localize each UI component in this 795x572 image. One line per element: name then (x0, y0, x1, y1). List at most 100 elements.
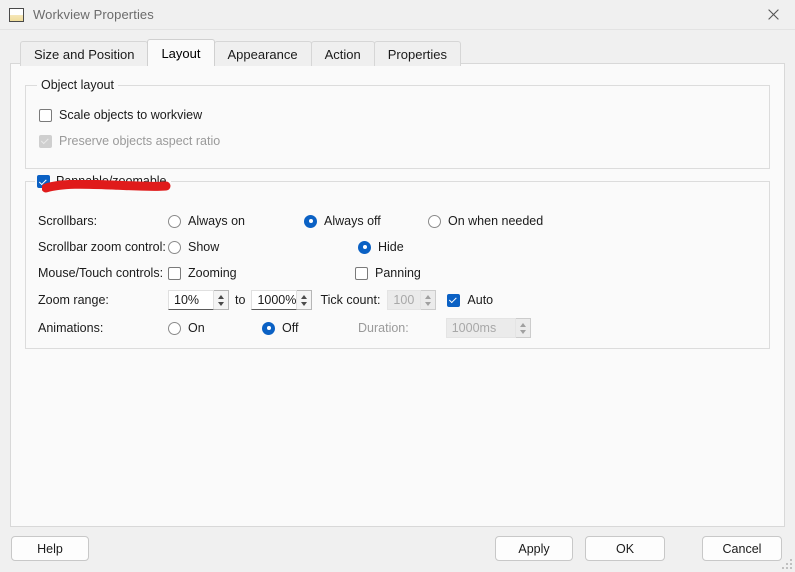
tab-layout[interactable]: Layout (147, 39, 214, 66)
duration-spinner: 1000ms (446, 318, 531, 338)
preserve-aspect-checkbox (39, 135, 52, 148)
zoom-min-spinner[interactable]: 10% (168, 290, 229, 310)
zoom-max-value[interactable]: 1000% (251, 290, 297, 310)
button-label: Help (37, 542, 63, 556)
spinner-up-icon[interactable] (301, 295, 307, 299)
option-label: Off (282, 321, 298, 335)
spinner-up-icon[interactable] (218, 295, 224, 299)
pannable-zoomable-group-title[interactable]: Pannable/zoomable (35, 174, 171, 189)
apply-button[interactable]: Apply (495, 536, 573, 561)
auto-label: Auto (467, 293, 493, 307)
zooming-checkbox[interactable] (168, 267, 181, 280)
zoom-max-spinner[interactable]: 1000% (251, 290, 312, 310)
scrollbar-zoom-radio-show[interactable] (168, 241, 181, 254)
tick-count-auto-option[interactable]: Auto (447, 293, 493, 307)
duration-spinner-buttons (516, 318, 531, 338)
zoom-max-spinner-buttons[interactable] (297, 290, 312, 310)
tab-properties[interactable]: Properties (374, 41, 461, 66)
animations-radio-on[interactable] (168, 322, 181, 335)
zoom-min-spinner-buttons[interactable] (214, 290, 229, 310)
layout-tab-panel: Object layout Scale objects to workview … (10, 63, 785, 527)
spinner-up-icon (425, 295, 431, 299)
close-button[interactable] (751, 0, 795, 29)
dialog-button-bar: Help Apply OK Cancel (0, 527, 795, 572)
option-label: Show (188, 240, 219, 254)
scale-objects-checkbox[interactable] (39, 109, 52, 122)
mouse-touch-controls-row: Mouse/Touch controls: Zooming Panning (38, 263, 759, 283)
preserve-aspect-label: Preserve objects aspect ratio (59, 134, 220, 148)
pannable-zoomable-label: Pannable/zoomable (56, 174, 167, 189)
tab-appearance[interactable]: Appearance (214, 41, 312, 66)
animations-radio-off[interactable] (262, 322, 275, 335)
duration-label: Duration: (358, 321, 409, 335)
auto-checkbox[interactable] (447, 294, 460, 307)
pannable-zoomable-group: Pannable/zoomable Scrollbars: Always on … (25, 181, 770, 349)
spinner-down-icon (425, 302, 431, 306)
scrollbar-zoom-control-label: Scrollbar zoom control: (38, 240, 168, 254)
spinner-down-icon[interactable] (301, 302, 307, 306)
tab-label: Properties (388, 47, 447, 62)
scrollbars-label: Scrollbars: (38, 214, 168, 228)
title-bar: Workview Properties (0, 0, 795, 30)
zoom-min-value[interactable]: 10% (168, 290, 214, 310)
scrollbars-option-on-when-needed[interactable]: On when needed (428, 214, 543, 228)
scrollbars-radio-on-when-needed[interactable] (428, 215, 441, 228)
button-label: Apply (518, 542, 549, 556)
mouse-touch-controls-label: Mouse/Touch controls: (38, 266, 168, 280)
ok-button[interactable]: OK (585, 536, 665, 561)
tick-count-spinner-buttons (421, 290, 436, 310)
help-button[interactable]: Help (11, 536, 89, 561)
spinner-down-icon[interactable] (218, 302, 224, 306)
tick-count-label: Tick count: (320, 293, 380, 307)
tab-action[interactable]: Action (311, 41, 375, 66)
tab-label: Appearance (228, 47, 298, 62)
scrollbar-zoom-radio-hide[interactable] (358, 241, 371, 254)
scrollbars-option-always-off[interactable]: Always off (304, 214, 428, 228)
spinner-up-icon (520, 323, 526, 327)
scrollbars-radio-always-off[interactable] (304, 215, 317, 228)
resize-grip[interactable] (780, 557, 792, 569)
zoom-range-row: Zoom range: 10% to 1000% Tick count: 100 (38, 290, 759, 310)
scale-objects-label: Scale objects to workview (59, 108, 202, 122)
object-layout-group-title: Object layout (37, 78, 118, 93)
cancel-button[interactable]: Cancel (702, 536, 782, 561)
scrollbars-radio-always-on[interactable] (168, 215, 181, 228)
option-label: On (188, 321, 205, 335)
spinner-down-icon (520, 330, 526, 334)
panning-checkbox[interactable] (355, 267, 368, 280)
scale-objects-checkbox-row[interactable]: Scale objects to workview (39, 108, 202, 122)
preserve-aspect-checkbox-row: Preserve objects aspect ratio (39, 134, 220, 148)
button-label: OK (616, 542, 634, 556)
option-label: On when needed (448, 214, 543, 228)
option-label: Zooming (188, 266, 237, 280)
tab-label: Size and Position (34, 47, 134, 62)
animations-label: Animations: (38, 321, 168, 335)
zoom-range-to-label: to (235, 293, 245, 307)
tab-label: Action (325, 47, 361, 62)
option-label: Hide (378, 240, 404, 254)
scrollbar-zoom-option-show[interactable]: Show (168, 240, 358, 254)
scrollbars-option-always-on[interactable]: Always on (168, 214, 304, 228)
window-icon (9, 8, 24, 22)
tick-count-spinner: 100 (387, 290, 436, 310)
mouse-touch-option-zooming[interactable]: Zooming (168, 266, 355, 280)
mouse-touch-option-panning[interactable]: Panning (355, 266, 421, 280)
scrollbar-zoom-control-row: Scrollbar zoom control: Show Hide (38, 237, 759, 257)
tab-size-and-position[interactable]: Size and Position (20, 41, 148, 66)
scrollbar-zoom-option-hide[interactable]: Hide (358, 240, 404, 254)
animations-option-off[interactable]: Off (262, 321, 358, 335)
duration-value: 1000ms (446, 318, 516, 338)
tick-count-value: 100 (387, 290, 421, 310)
window-title: Workview Properties (33, 7, 154, 22)
option-label: Always on (188, 214, 245, 228)
button-label: Cancel (723, 542, 762, 556)
object-layout-group: Object layout Scale objects to workview … (25, 85, 770, 169)
group-title-label: Object layout (41, 78, 114, 93)
animations-row: Animations: On Off Duration: 1000ms (38, 318, 759, 338)
option-label: Always off (324, 214, 381, 228)
animations-option-on[interactable]: On (168, 321, 262, 335)
zoom-range-label: Zoom range: (38, 293, 168, 307)
tab-label: Layout (161, 46, 200, 61)
tab-strip: Size and Position Layout Appearance Acti… (20, 39, 795, 66)
pannable-zoomable-checkbox[interactable] (37, 175, 50, 188)
